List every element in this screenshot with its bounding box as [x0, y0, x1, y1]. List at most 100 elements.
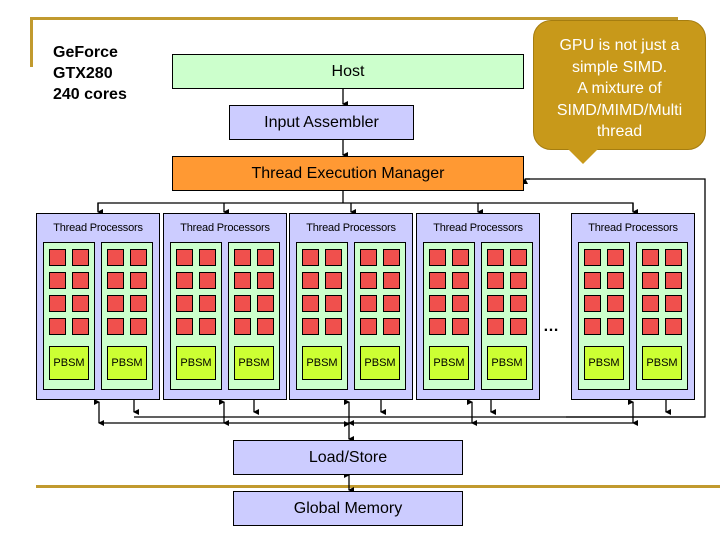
pbsm-block: PBSM	[487, 346, 527, 380]
thread-processor-core	[107, 295, 124, 312]
thread-processor-core	[176, 295, 193, 312]
cluster-label: Thread Processors	[588, 222, 678, 234]
thread-processor-core	[429, 295, 446, 312]
thread-processor-core	[360, 295, 377, 312]
thread-processor-core	[607, 272, 624, 289]
pbsm-block: PBSM	[302, 346, 342, 380]
thread-processor-core	[487, 249, 504, 266]
load-store-label: Load/Store	[308, 448, 388, 466]
thread-processor-cluster: Thread Processors PBSM PBSM	[289, 213, 413, 400]
streaming-multiprocessor: PBSM	[228, 242, 280, 390]
pbsm-block: PBSM	[234, 346, 274, 380]
thread-processor-core	[665, 272, 682, 289]
thread-processor-core	[325, 272, 342, 289]
thread-processor-core	[642, 295, 659, 312]
host-label: Host	[331, 62, 365, 80]
thread-processor-core	[487, 272, 504, 289]
thread-processor-core	[49, 249, 66, 266]
thread-processor-core	[584, 318, 601, 335]
callout-line: simple SIMD.	[571, 58, 668, 76]
thread-processor-core	[607, 318, 624, 335]
thread-processor-core	[257, 295, 274, 312]
streaming-multiprocessor: PBSM	[636, 242, 688, 390]
thread-processor-core	[584, 295, 601, 312]
thread-processor-cluster: Thread Processors PBSM PBSM	[416, 213, 540, 400]
thread-processor-cluster: Thread Processors PBSM PBSM	[163, 213, 287, 400]
simd-callout: GPU is not just a simple SIMD. A mixture…	[533, 20, 706, 150]
input-assembler-label: Input Assembler	[264, 113, 379, 131]
thread-processor-core	[302, 318, 319, 335]
pbsm-block: PBSM	[360, 346, 400, 380]
thread-processor-cluster: Thread Processors PBSM PBSM	[571, 213, 695, 400]
thread-execution-manager-block: Thread Execution Manager	[172, 156, 524, 191]
streaming-multiprocessor: PBSM	[101, 242, 153, 390]
thread-processor-core	[257, 249, 274, 266]
pbsm-block: PBSM	[176, 346, 216, 380]
thread-processor-core	[665, 295, 682, 312]
thread-processor-core	[107, 318, 124, 335]
streaming-multiprocessor: PBSM	[296, 242, 348, 390]
thread-processor-core	[72, 318, 89, 335]
pbsm-block: PBSM	[49, 346, 89, 380]
cluster-label: Thread Processors	[53, 222, 143, 234]
thread-processor-core	[607, 295, 624, 312]
thread-execution-manager-label: Thread Execution Manager	[251, 164, 445, 182]
input-assembler-block: Input Assembler	[229, 105, 414, 140]
thread-processor-core	[49, 318, 66, 335]
thread-processor-core	[72, 295, 89, 312]
streaming-multiprocessor: PBSM	[481, 242, 533, 390]
cluster-label: Thread Processors	[433, 222, 523, 234]
thread-processor-core	[607, 249, 624, 266]
thread-processor-core	[487, 318, 504, 335]
callout-line: thread	[596, 123, 643, 140]
callout-line: SIMD/MIMD/Multi	[556, 101, 683, 119]
thread-processor-core	[383, 318, 400, 335]
thread-processor-core	[176, 249, 193, 266]
thread-processor-core	[487, 295, 504, 312]
thread-processor-core	[360, 249, 377, 266]
thread-processor-core	[325, 295, 342, 312]
thread-processor-core	[130, 318, 147, 335]
thread-processor-core	[72, 272, 89, 289]
thread-processor-core	[257, 318, 274, 335]
pbsm-block: PBSM	[107, 346, 147, 380]
callout-line: GPU is not just a	[559, 37, 680, 54]
thread-processor-core	[325, 249, 342, 266]
thread-processor-core	[452, 318, 469, 335]
thread-processor-core	[130, 295, 147, 312]
thread-processor-core	[429, 272, 446, 289]
thread-processor-core	[452, 272, 469, 289]
thread-processor-core	[383, 272, 400, 289]
thread-processor-core	[584, 249, 601, 266]
thread-processor-core	[199, 318, 216, 335]
thread-processor-core	[234, 249, 251, 266]
streaming-multiprocessor: PBSM	[578, 242, 630, 390]
thread-processor-core	[199, 249, 216, 266]
thread-processor-core	[49, 272, 66, 289]
thread-processor-core	[360, 272, 377, 289]
thread-processor-core	[452, 295, 469, 312]
streaming-multiprocessor: PBSM	[423, 242, 475, 390]
thread-processor-core	[383, 249, 400, 266]
host-block: Host	[172, 54, 524, 89]
thread-processor-core	[234, 272, 251, 289]
thread-processor-core	[325, 318, 342, 335]
callout-line: A mixture of	[577, 80, 662, 97]
thread-processor-core	[510, 295, 527, 312]
thread-processor-core	[429, 249, 446, 266]
cluster-label: Thread Processors	[180, 222, 270, 234]
thread-processor-core	[72, 249, 89, 266]
thread-processor-core	[642, 272, 659, 289]
thread-processor-core	[49, 295, 66, 312]
cluster-label: Thread Processors	[306, 222, 396, 234]
thread-processor-core	[642, 318, 659, 335]
callout-pointer	[567, 148, 599, 164]
pbsm-block: PBSM	[642, 346, 682, 380]
thread-processor-core	[302, 272, 319, 289]
thread-processor-core	[130, 272, 147, 289]
thread-processor-core	[199, 272, 216, 289]
thread-processor-core	[642, 249, 659, 266]
thread-processor-core	[257, 272, 274, 289]
pbsm-block: PBSM	[429, 346, 469, 380]
global-memory-label: Global Memory	[293, 499, 403, 517]
